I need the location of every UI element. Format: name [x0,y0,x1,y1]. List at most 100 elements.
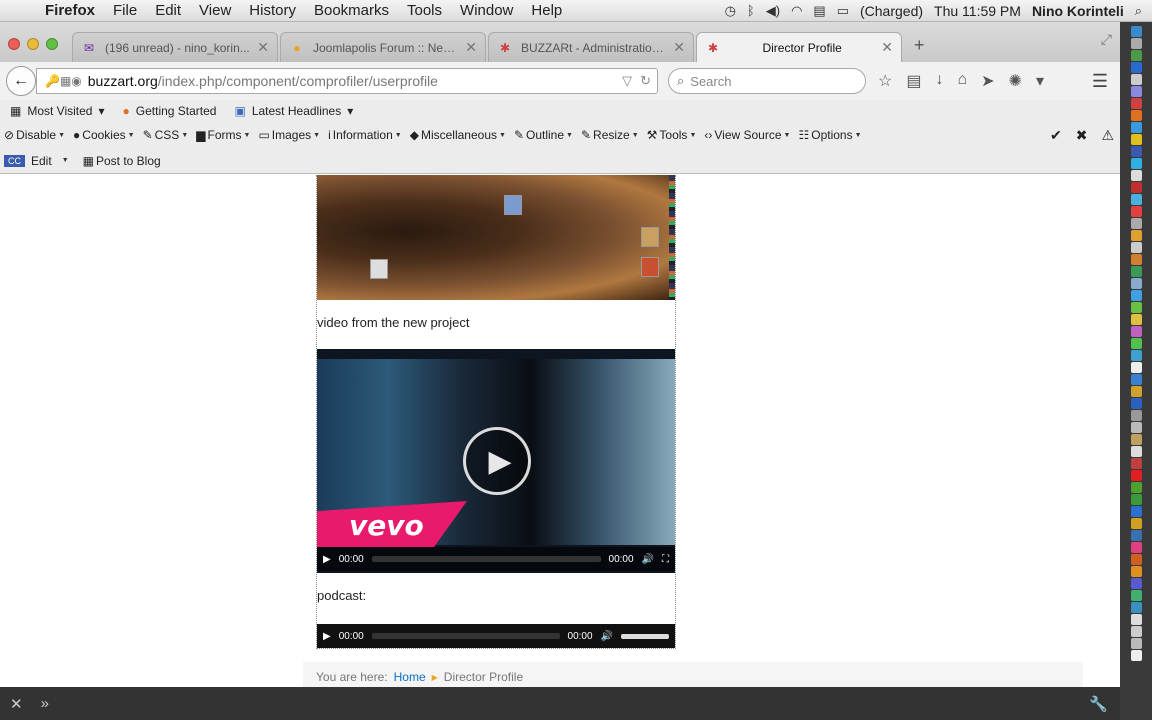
dock-app-icon[interactable] [1130,38,1142,49]
menu-bookmarks[interactable]: Bookmarks [305,2,398,19]
site-identity-icon[interactable]: 🔑▦◉ [45,74,82,88]
reload-icon[interactable]: ↻ [640,73,651,89]
play-icon[interactable]: ▶ [323,631,331,642]
volume-slider[interactable] [621,633,669,639]
dock-app-icon[interactable] [1130,206,1142,217]
clock[interactable]: Thu 11:59 PM [934,3,1021,19]
zoom-window-button[interactable] [46,38,58,50]
close-icon[interactable]: ✖ [1076,127,1088,144]
dock-app-icon[interactable] [1130,362,1142,373]
dock-app-icon[interactable] [1130,194,1142,205]
dev-tools[interactable]: ⚒ Tools ▼ [647,128,697,142]
dock-app-icon[interactable] [1130,470,1142,481]
dev-options[interactable]: ☷ Options ▼ [798,128,861,142]
dock-app-icon[interactable] [1130,266,1142,277]
dev-disable[interactable]: ⊘ Disable ▼ [4,128,65,142]
dev-resize[interactable]: ✎ Resize ▼ [581,128,639,142]
play-overlay-button[interactable]: ▶ [463,427,531,495]
menu-window[interactable]: Window [451,2,522,19]
bluetooth-icon[interactable]: ᛒ [747,3,755,18]
dock-app-icon[interactable] [1130,110,1142,121]
dock-app-icon[interactable] [1130,614,1142,625]
reading-list-icon[interactable]: ▤ [906,71,921,91]
video-player[interactable]: vevo ▶ ▶ 00:00 00:00 🔊 ⛶ [317,349,675,573]
menu-tools[interactable]: Tools [398,2,451,19]
dock-app-icon[interactable] [1130,542,1142,553]
chevron-down-icon[interactable]: ▾ [1036,71,1044,91]
dock-app-icon[interactable] [1130,626,1142,637]
dock-app-icon[interactable] [1130,458,1142,469]
fullscreen-icon[interactable]: ⤢ [1093,31,1120,62]
dropdown-icon[interactable]: ▽ [622,73,632,89]
close-tab-icon[interactable]: ✕ [673,39,685,56]
menu-file[interactable]: File [104,2,146,19]
home-icon[interactable]: ⌂ [957,71,967,91]
close-window-button[interactable] [8,38,20,50]
dock-app-icon[interactable] [1130,50,1142,61]
dock-app-icon[interactable] [1130,62,1142,73]
play-icon[interactable]: ▶ [323,554,331,565]
spotlight-icon[interactable]: ⌕ [1135,3,1142,19]
dock-app-icon[interactable] [1130,242,1142,253]
dock-app-icon[interactable] [1130,482,1142,493]
menu-icon[interactable]: ☰ [1092,71,1120,92]
dev-view-source[interactable]: ‹› View Source ▼ [704,128,790,142]
dock-app-icon[interactable] [1130,434,1142,445]
dock-app-icon[interactable] [1130,566,1142,577]
dock-app-icon[interactable] [1130,518,1142,529]
dock-app-icon[interactable] [1130,26,1142,37]
dock-app-icon[interactable] [1130,158,1142,169]
dev-images[interactable]: ▭ Images ▼ [258,128,320,142]
dock-app-icon[interactable] [1130,314,1142,325]
dock-app-icon[interactable] [1130,338,1142,349]
dock-app-icon[interactable] [1130,422,1142,433]
dock-app-icon[interactable] [1130,506,1142,517]
dock-app-icon[interactable] [1130,350,1142,361]
new-tab-button[interactable]: + [904,35,935,62]
minimize-window-button[interactable] [27,38,39,50]
dock-app-icon[interactable] [1130,146,1142,157]
dock-app-icon[interactable] [1130,410,1142,421]
dev-forms[interactable]: ▆ Forms ▼ [196,128,250,142]
dock-app-icon[interactable] [1130,398,1142,409]
breadcrumb-home-link[interactable]: Home [394,670,426,684]
url-bar[interactable]: 🔑▦◉ buzzart.org /index.php/component/com… [36,68,658,94]
dev-information[interactable]: i Information ▼ [328,128,402,142]
tab-joomlapolis[interactable]: ● Joomlapolis Forum :: New ... ✕ [280,32,486,62]
tab-mail[interactable]: ✉ (196 unread) - nino_korin... ✕ [72,32,278,62]
progress-slider[interactable] [371,556,601,562]
dock-app-icon[interactable] [1130,650,1142,661]
check-icon[interactable]: ✔ [1050,127,1062,144]
battery-icon[interactable]: ▭ [837,3,849,19]
dock-app-icon[interactable] [1130,302,1142,313]
flag-icon[interactable]: ▤ [813,3,825,19]
dock-app-icon[interactable] [1130,182,1142,193]
dev-cookies[interactable]: ● Cookies ▼ [73,128,135,142]
menu-view[interactable]: View [190,2,240,19]
dock-app-icon[interactable] [1130,134,1142,145]
dock-app-icon[interactable] [1130,230,1142,241]
dev-miscellaneous[interactable]: ◆ Miscellaneous ▼ [410,128,506,142]
bookmark-latest-headlines[interactable]: ▣ Latest Headlines ▾ [234,104,353,118]
extension-icon[interactable]: ✺ [1009,71,1022,91]
send-icon[interactable]: ➤ [981,71,994,91]
dock-app-icon[interactable] [1130,98,1142,109]
dock-app-icon[interactable] [1130,554,1142,565]
menu-edit[interactable]: Edit [146,2,190,19]
dock-app-icon[interactable] [1130,254,1142,265]
back-button[interactable]: ← [6,66,36,96]
bookmark-most-visited[interactable]: ▦ Most Visited ▾ [10,104,105,118]
volume-icon[interactable]: ◀) [766,3,780,19]
tab-director-profile[interactable]: ✱ Director Profile ✕ [696,32,902,62]
download-icon[interactable]: ↓ [935,71,943,91]
menu-help[interactable]: Help [522,2,571,19]
wrench-icon[interactable]: 🔧 [1089,695,1120,713]
audio-player[interactable]: ▶ 00:00 00:00 🔊 [317,624,675,648]
edit-button[interactable]: CC Edit ▼ [4,154,69,168]
post-to-blog-button[interactable]: ▦ Post to Blog [83,154,161,168]
dock-app-icon[interactable] [1130,386,1142,397]
wifi-icon[interactable]: ◠ [791,3,802,19]
dock-app-icon[interactable] [1130,530,1142,541]
bookmark-getting-started[interactable]: ● Getting Started [123,104,217,118]
tab-buzzart-admin[interactable]: ✱ BUZZARt - Administration... ✕ [488,32,694,62]
